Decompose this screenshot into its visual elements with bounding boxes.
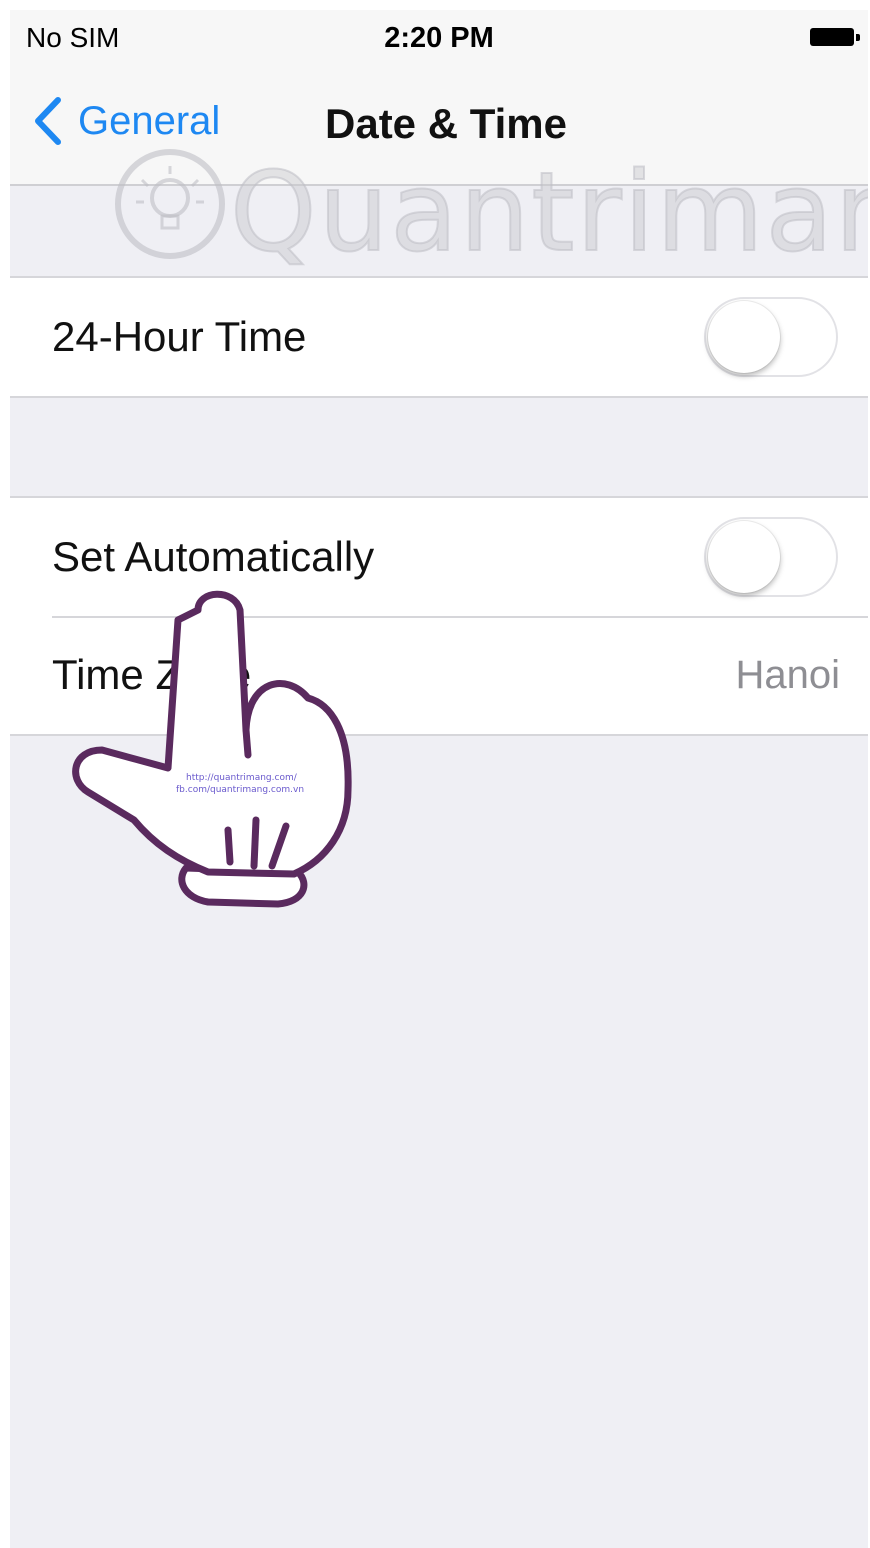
row-label-set-automatically: Set Automatically [52, 533, 375, 580]
battery-icon [810, 28, 860, 46]
toggle-24-hour-time[interactable] [704, 297, 838, 377]
toggle-knob [708, 521, 780, 593]
toggle-knob [708, 301, 780, 373]
status-bar: No SIM 2:20 PM [10, 10, 868, 62]
settings-screen: No SIM 2:20 PM General Date & Time 24-Ho… [10, 10, 868, 1548]
status-clock: 2:20 PM [384, 22, 494, 54]
navigation-bar: General Date & Time [10, 62, 868, 186]
hand-url-line-2: fb.com/quantrimang.com.vn [176, 785, 304, 795]
group-time-settings: Set Automatically Time Zone Hanoi [10, 496, 868, 736]
group-time-format: 24-Hour Time [10, 276, 868, 398]
hand-url-line-1: http://quantrimang.com/ [186, 773, 298, 783]
time-zone-value: Hanoi [735, 652, 840, 697]
row-24-hour-time: 24-Hour Time [10, 278, 868, 396]
row-label-time-zone: Time Zone [52, 651, 252, 698]
toggle-set-automatically[interactable] [704, 517, 838, 597]
row-set-automatically: Set Automatically [10, 498, 868, 616]
page-title: Date & Time [325, 100, 567, 147]
row-time-zone[interactable]: Time Zone Hanoi [10, 616, 868, 734]
row-label-24-hour-time: 24-Hour Time [52, 313, 307, 360]
